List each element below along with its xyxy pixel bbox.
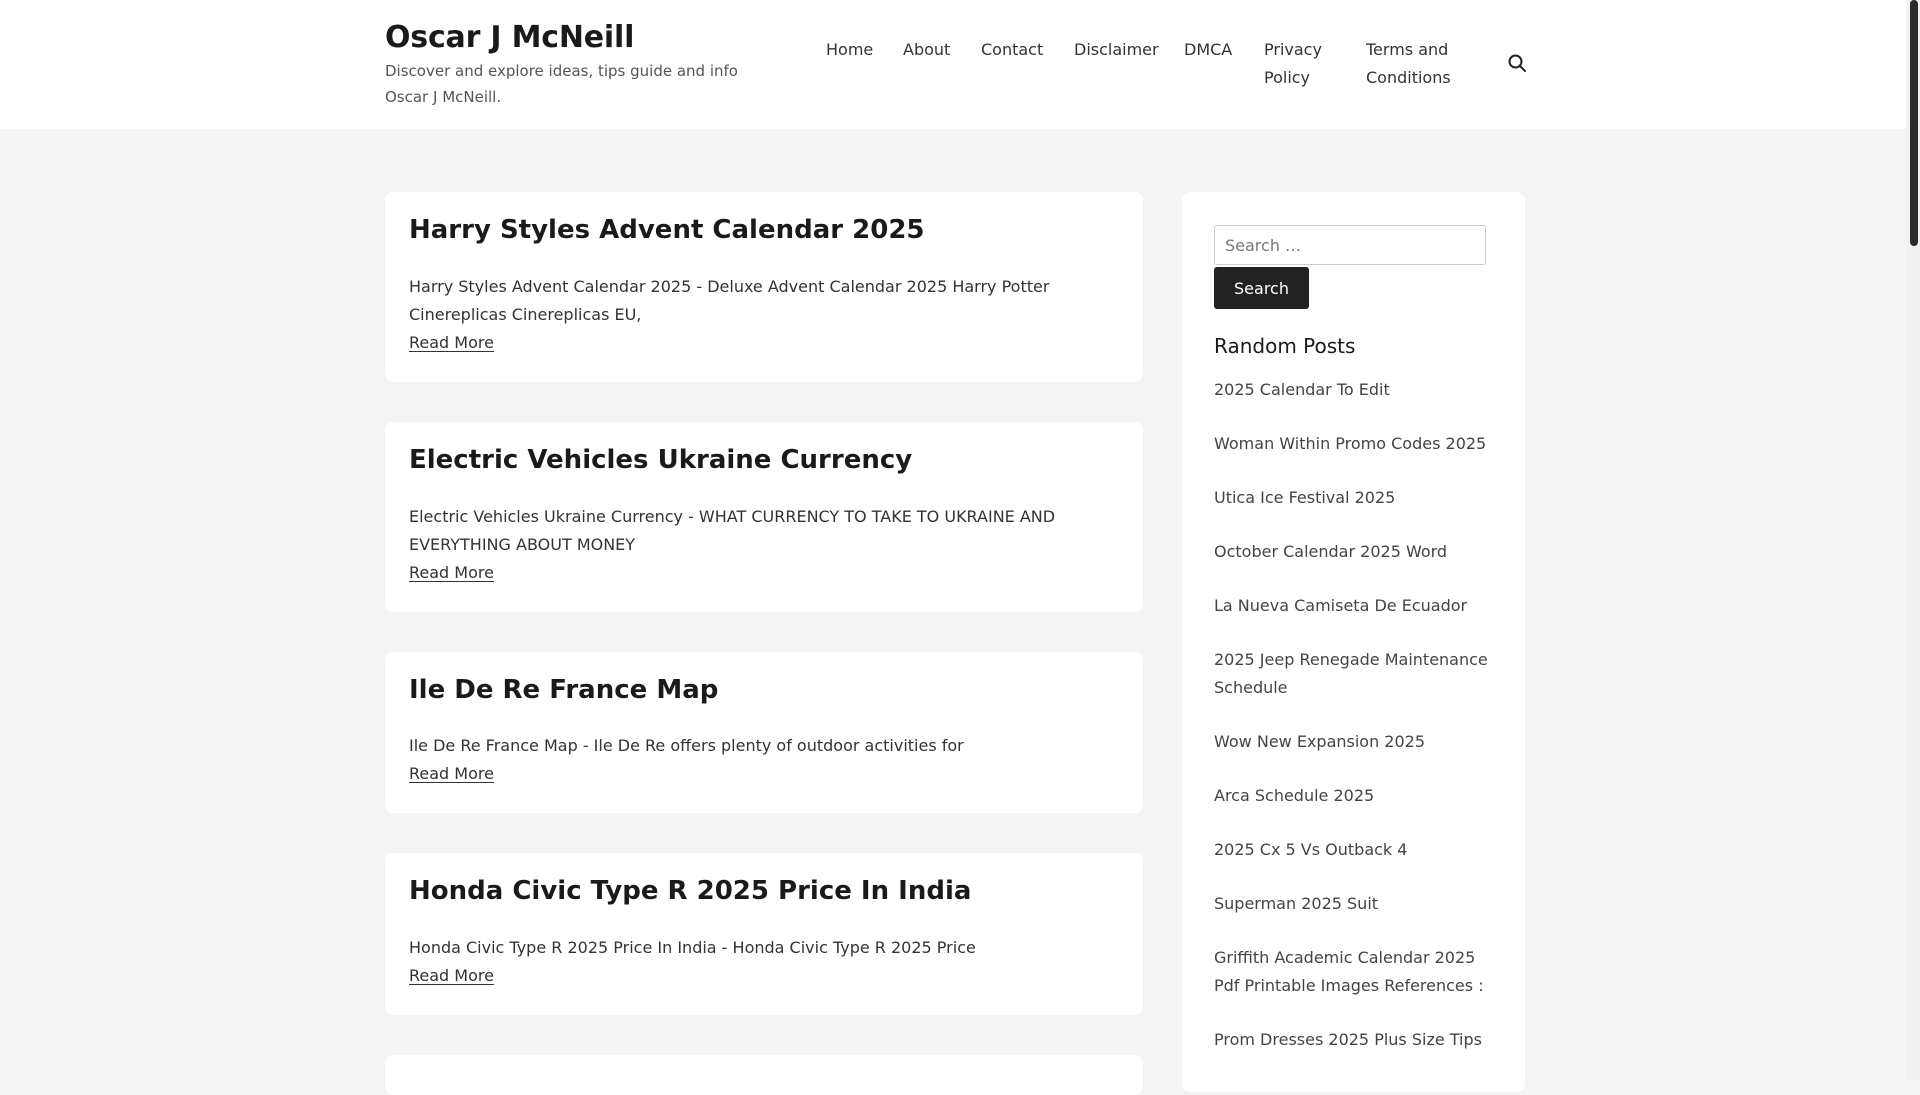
- random-post-link[interactable]: October Calendar 2025 Word: [1214, 538, 1504, 566]
- nav-item-disclaimer[interactable]: Disclaimer: [1074, 36, 1159, 64]
- nav-item-contact[interactable]: Contact: [981, 36, 1043, 64]
- nav-item-privacy-policy[interactable]: Privacy Policy: [1264, 36, 1344, 92]
- post-card: [385, 1055, 1143, 1095]
- site-branding: Oscar J McNeill Discover and explore ide…: [385, 18, 785, 110]
- random-post-link[interactable]: 2025 Calendar To Edit: [1214, 376, 1504, 404]
- random-post-link[interactable]: Woman Within Promo Codes 2025: [1214, 430, 1504, 458]
- random-post-link[interactable]: Utica Ice Festival 2025: [1214, 484, 1504, 512]
- random-post-link[interactable]: Superman 2025 Suit: [1214, 890, 1504, 918]
- site-header: Oscar J McNeill Discover and explore ide…: [0, 0, 1906, 129]
- post-excerpt: Honda Civic Type R 2025 Price In India -…: [409, 938, 976, 957]
- random-post-link[interactable]: Wow New Expansion 2025: [1214, 728, 1504, 756]
- read-more-link[interactable]: Read More: [409, 962, 494, 990]
- random-posts-heading: Random Posts: [1214, 334, 1356, 358]
- post-title[interactable]: Honda Civic Type R 2025 Price In India: [409, 873, 971, 909]
- nav-item-about[interactable]: About: [903, 36, 950, 64]
- read-more-link[interactable]: Read More: [409, 760, 494, 788]
- random-post-link[interactable]: Arca Schedule 2025: [1214, 782, 1504, 810]
- random-post-link[interactable]: Prom Dresses 2025 Plus Size Tips: [1214, 1026, 1504, 1054]
- search-input[interactable]: [1214, 225, 1486, 265]
- nav-item-home[interactable]: Home: [826, 36, 873, 64]
- post-title[interactable]: Harry Styles Advent Calendar 2025: [409, 212, 925, 248]
- post-card: Harry Styles Advent Calendar 2025 Harry …: [385, 192, 1143, 382]
- post-card: Ile De Re France Map Ile De Re France Ma…: [385, 652, 1143, 813]
- post-card: Electric Vehicles Ukraine Currency Elect…: [385, 422, 1143, 612]
- random-post-link[interactable]: 2025 Jeep Renegade Maintenance Schedule: [1214, 646, 1504, 702]
- search-icon[interactable]: [1506, 52, 1528, 74]
- post-excerpt: Ile De Re France Map - Ile De Re offers …: [409, 736, 964, 755]
- post-card: Honda Civic Type R 2025 Price In India H…: [385, 853, 1143, 1015]
- post-excerpt: Electric Vehicles Ukraine Currency - WHA…: [409, 507, 1056, 554]
- sidebar: Search Random Posts 2025 Calendar To Edi…: [1182, 192, 1525, 1092]
- post-title[interactable]: Ile De Re France Map: [409, 672, 718, 708]
- random-post-link[interactable]: La Nueva Camiseta De Ecuador: [1214, 592, 1504, 620]
- random-post-link[interactable]: 2025 Cx 5 Vs Outback 4: [1214, 836, 1504, 864]
- read-more-link[interactable]: Read More: [409, 559, 494, 587]
- nav-item-dmca[interactable]: DMCA: [1184, 36, 1232, 64]
- search-button[interactable]: Search: [1214, 267, 1309, 309]
- post-excerpt: Harry Styles Advent Calendar 2025 - Delu…: [409, 277, 1050, 324]
- post-title[interactable]: Electric Vehicles Ukraine Currency: [409, 442, 912, 478]
- site-description: Discover and explore ideas, tips guide a…: [385, 62, 738, 106]
- read-more-link[interactable]: Read More: [409, 329, 494, 357]
- site-title[interactable]: Oscar J McNeill: [385, 18, 785, 58]
- nav-item-terms-and-conditions[interactable]: Terms and Conditions: [1366, 36, 1466, 92]
- random-post-link[interactable]: Griffith Academic Calendar 2025 Pdf Prin…: [1214, 944, 1504, 1000]
- scrollbar-thumb[interactable]: [1910, 0, 1918, 246]
